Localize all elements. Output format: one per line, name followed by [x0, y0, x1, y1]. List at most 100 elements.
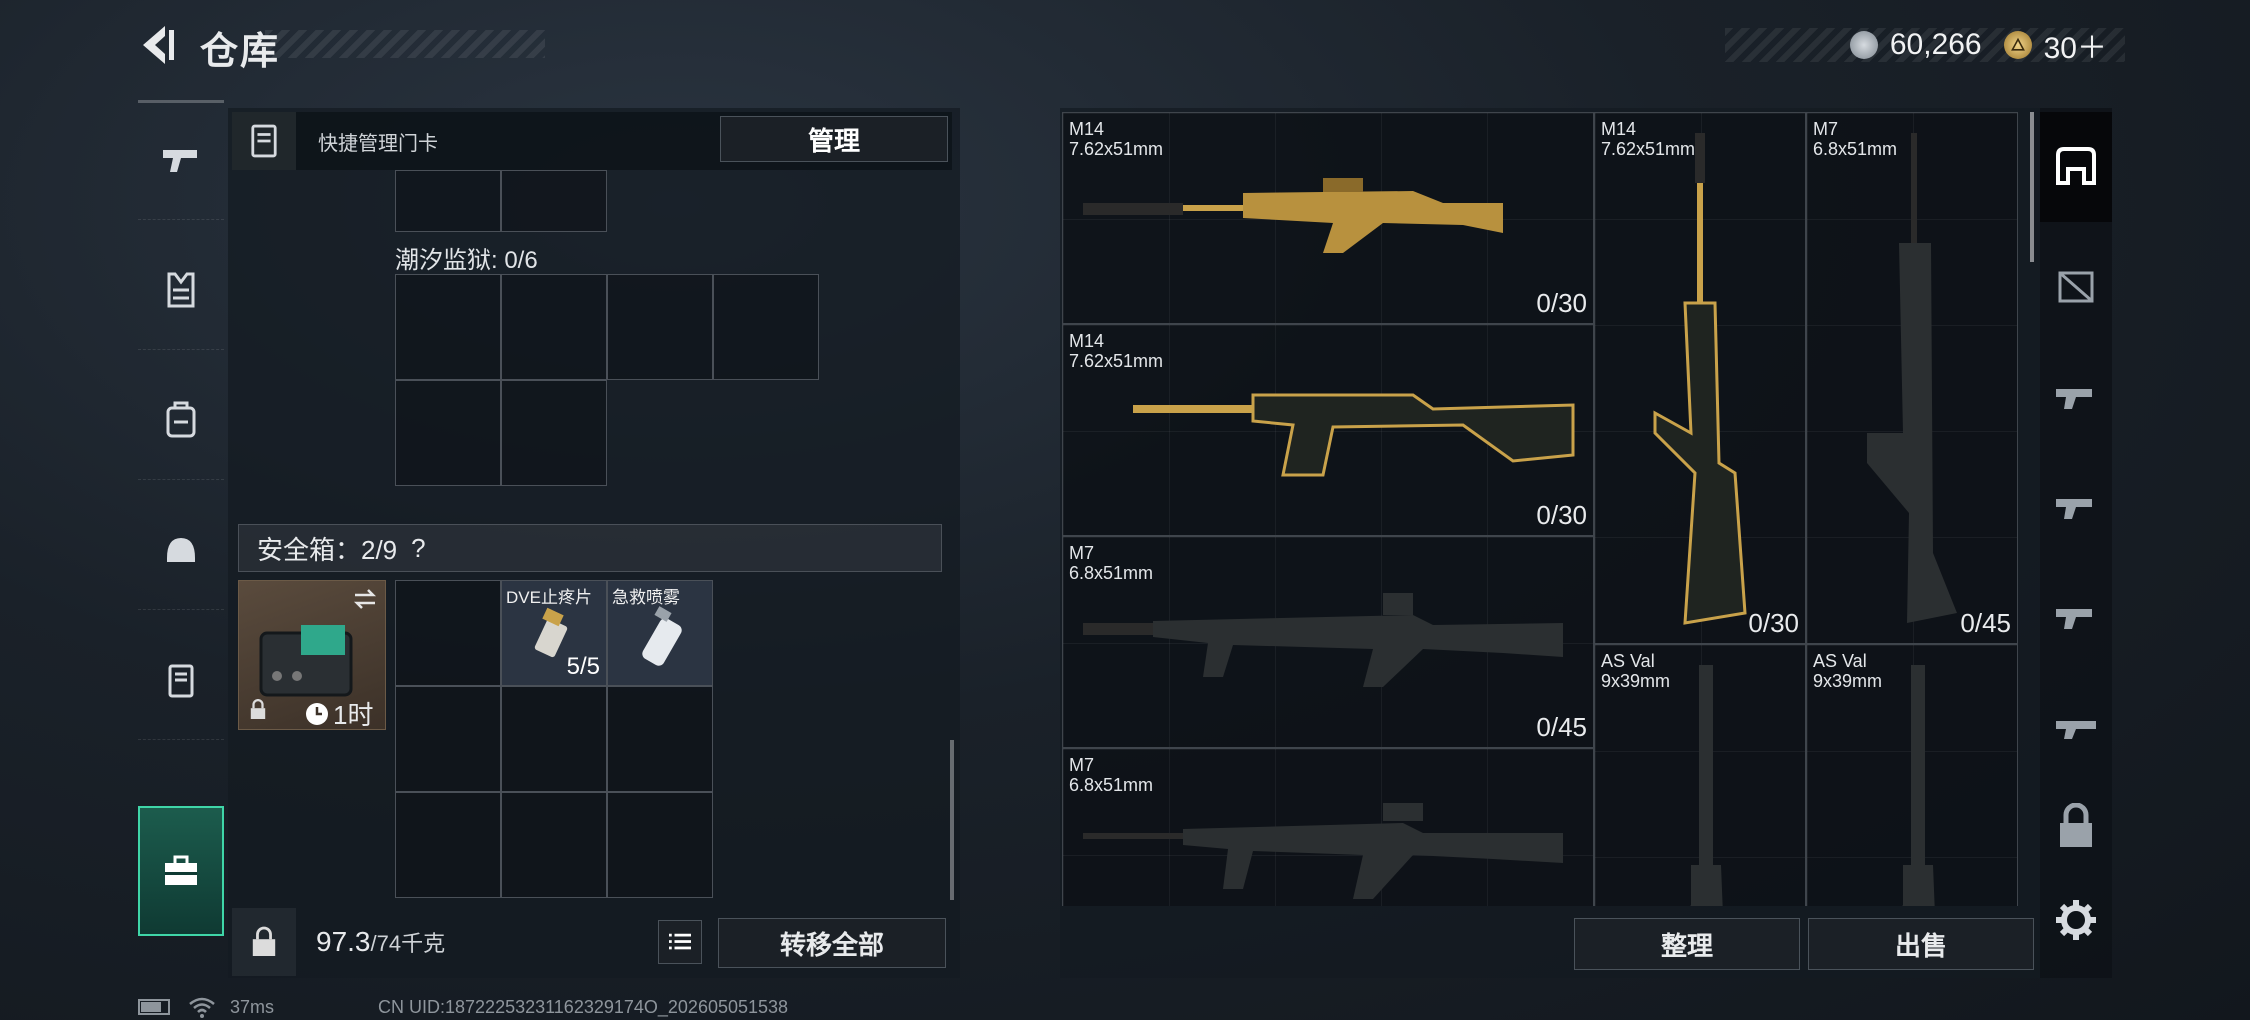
gold-coin-value[interactable]: 30＋ [2044, 23, 2107, 67]
grid-slot[interactable] [395, 380, 501, 486]
filter-locked[interactable] [2040, 792, 2112, 862]
filter-all[interactable] [2040, 112, 2112, 222]
weapon-card[interactable]: M7 6.8x51mm [1062, 748, 1594, 906]
quick-card-label: 快捷管理门卡 [318, 132, 438, 155]
filter-weapon-4[interactable] [2040, 672, 2112, 782]
grid-slot[interactable] [395, 274, 501, 380]
grid-slot[interactable] [395, 580, 501, 686]
filter-category[interactable] [2040, 232, 2112, 342]
gun-filter-icon [2056, 609, 2092, 629]
clock-icon [306, 702, 328, 725]
nav-keycard-case[interactable] [138, 620, 224, 740]
weapon-scrollbar[interactable] [2030, 112, 2034, 262]
sort-button[interactable]: 整理 [1574, 918, 1800, 970]
vest-icon [167, 272, 195, 307]
weapon-card[interactable]: M14 7.62x51mm 0/30 [1062, 324, 1594, 536]
keycard-case-icon [168, 664, 194, 697]
nav-vest[interactable] [138, 230, 224, 350]
rifle-vertical-icon [1653, 133, 1747, 625]
manage-button[interactable]: 管理 [720, 116, 948, 162]
title-stripe [265, 30, 545, 58]
spray-can-icon [642, 606, 682, 666]
weapon-ammo: 0/45 [1960, 608, 2011, 638]
toolbox-icon [165, 855, 197, 885]
sell-button[interactable]: 出售 [1808, 918, 2034, 970]
silver-coin-value: 60,266 [1889, 28, 1982, 61]
weapon-card[interactable]: M14 7.62x51mm 0/30 [1062, 112, 1594, 324]
timer-badge: 1时 [305, 695, 373, 732]
weapon-name: M7 6.8x51mm [1069, 543, 1154, 583]
grid-slot[interactable] [607, 274, 713, 380]
grid-slot[interactable] [501, 170, 607, 232]
filter-weapon-1[interactable] [2040, 342, 2112, 452]
ping-text: 37ms [230, 996, 275, 1017]
rifle-vertical-icon [1867, 133, 1957, 623]
back-arrow-icon [143, 26, 174, 64]
weight-value: 97.3 [316, 926, 371, 957]
pistol-icon [163, 149, 197, 172]
weapon-card[interactable]: AS Val 9x39mm [1594, 644, 1806, 906]
list-view-button[interactable] [658, 920, 702, 964]
nav-pistol[interactable] [138, 100, 224, 220]
safe-box-container[interactable]: 1时 [238, 580, 386, 730]
weapon-name: M14 7.62x51mm [1069, 119, 1164, 159]
filter-weapon-3[interactable] [2040, 562, 2112, 672]
grid-slot[interactable] [501, 380, 607, 486]
weapon-card[interactable]: M7 6.8x51mm 0/45 [1062, 536, 1594, 748]
weapon-ammo: 0/30 [1748, 608, 1799, 638]
filter-weapon-2[interactable] [2040, 452, 2112, 562]
weapon-card[interactable]: AS Val 9x39mm [1806, 644, 2018, 906]
grid-slot[interactable] [395, 170, 501, 232]
lock-icon [250, 699, 266, 719]
back-button[interactable] [135, 22, 181, 68]
gun-filter-icon [2056, 499, 2092, 519]
helmet-icon [167, 537, 195, 562]
crate-icon [2058, 271, 2094, 303]
grid-slot[interactable] [395, 792, 501, 898]
gear-icon [2056, 900, 2096, 940]
weapon-card[interactable]: M7 6.8x51mm 0/45 [1806, 112, 2018, 644]
page-title: 仓库 [200, 31, 281, 73]
all-items-icon [2056, 147, 2096, 185]
battery-icon [138, 999, 170, 1015]
inventory-scrollbar[interactable] [950, 740, 954, 900]
swap-icon[interactable] [351, 587, 379, 611]
gun-filter-icon [2056, 389, 2092, 409]
tidal-prison-label: 潮汐监狱: 0/6 [395, 247, 538, 274]
nav-backpack[interactable] [138, 360, 224, 480]
safe-box-label: 安全箱：2/9 [257, 534, 398, 565]
weight-readout: 97.3/74千克 [316, 926, 445, 958]
transfer-all-button[interactable]: 转移全部 [718, 918, 946, 968]
rifle-icon [1083, 803, 1563, 899]
gun-filter-icon [2056, 721, 2096, 739]
weapon-card[interactable]: M14 7.62x51mm 0/30 [1594, 112, 1806, 644]
timer-text: 1时 [333, 700, 374, 730]
weight-lock-icon [232, 908, 296, 976]
rifle-icon [1083, 178, 1503, 253]
grid-slot[interactable] [713, 274, 819, 380]
item-slot-first-aid-spray[interactable]: 急救喷雾 [607, 580, 713, 686]
weight-unit: /74千克 [370, 931, 446, 956]
help-button[interactable]: ? [411, 533, 425, 564]
nav-helmet[interactable] [138, 490, 224, 610]
wifi-icon [189, 997, 215, 1018]
status-line: 37ms CN UID:18722253231162329174O_202605… [138, 996, 788, 1018]
rifle-vertical-icon [1902, 665, 1935, 906]
grid-slot[interactable] [501, 274, 607, 380]
safe-box-bar: 安全箱：2/9 ? [238, 524, 942, 572]
weapon-ammo: 0/30 [1536, 500, 1587, 530]
rifle-icon [1133, 393, 1575, 477]
item-count: 5/5 [566, 653, 600, 680]
rifle-vertical-icon [1690, 665, 1723, 906]
settings-button[interactable] [2040, 870, 2112, 970]
weapon-grid: M14 7.62x51mm 0/30 M14 7.62x51mm 0/30 M7 6.… [1062, 112, 2022, 906]
item-slot-painkiller[interactable]: DVE止疼片 5/5 [501, 580, 607, 686]
grid-slot[interactable] [501, 686, 607, 792]
silver-coin-icon [1849, 31, 1878, 59]
left-nav [138, 100, 224, 960]
grid-slot[interactable] [607, 792, 713, 898]
grid-slot[interactable] [501, 792, 607, 898]
grid-slot[interactable] [395, 686, 501, 792]
nav-toolbox[interactable] [138, 806, 224, 936]
grid-slot[interactable] [607, 686, 713, 792]
